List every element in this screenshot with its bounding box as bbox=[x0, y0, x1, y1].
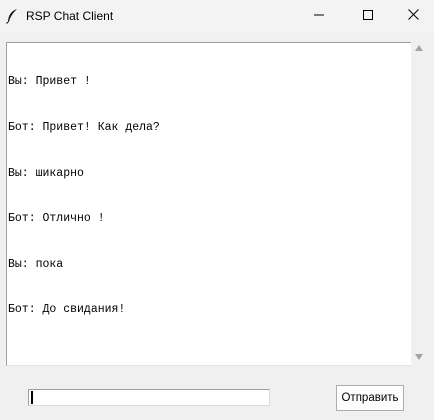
minimize-icon bbox=[314, 7, 324, 25]
chat-message: Вы: Привет ! bbox=[8, 75, 91, 89]
close-icon bbox=[407, 7, 419, 25]
feather-icon bbox=[5, 8, 19, 24]
text-cursor bbox=[31, 391, 33, 404]
scroll-up-arrow-icon[interactable] bbox=[415, 45, 423, 51]
window-title: RSP Chat Client bbox=[26, 9, 114, 23]
title-bar[interactable]: RSP Chat Client bbox=[0, 0, 434, 32]
chat-message: Вы: шикарно bbox=[8, 166, 84, 180]
minimize-button[interactable] bbox=[296, 0, 342, 32]
chat-message-list: Вы: Привет ! Бот: Привет! Как дела? Вы: … bbox=[8, 44, 160, 348]
chat-history-textarea[interactable]: Вы: Привет ! Бот: Привет! Как дела? Вы: … bbox=[6, 42, 412, 366]
scroll-down-arrow-icon[interactable] bbox=[415, 354, 423, 360]
close-button[interactable] bbox=[390, 0, 434, 32]
chat-message: Бот: До свидания! bbox=[8, 303, 126, 317]
maximize-icon bbox=[363, 7, 373, 25]
send-button[interactable]: Отправить bbox=[336, 385, 404, 411]
chat-message: Бот: Привет! Как дела? bbox=[8, 121, 160, 135]
chat-scrollbar[interactable] bbox=[411, 42, 428, 364]
maximize-button[interactable] bbox=[345, 0, 391, 32]
chat-message: Бот: Отлично ! bbox=[8, 212, 105, 226]
message-input[interactable] bbox=[28, 389, 270, 406]
chat-message: Вы: пока bbox=[8, 257, 64, 271]
